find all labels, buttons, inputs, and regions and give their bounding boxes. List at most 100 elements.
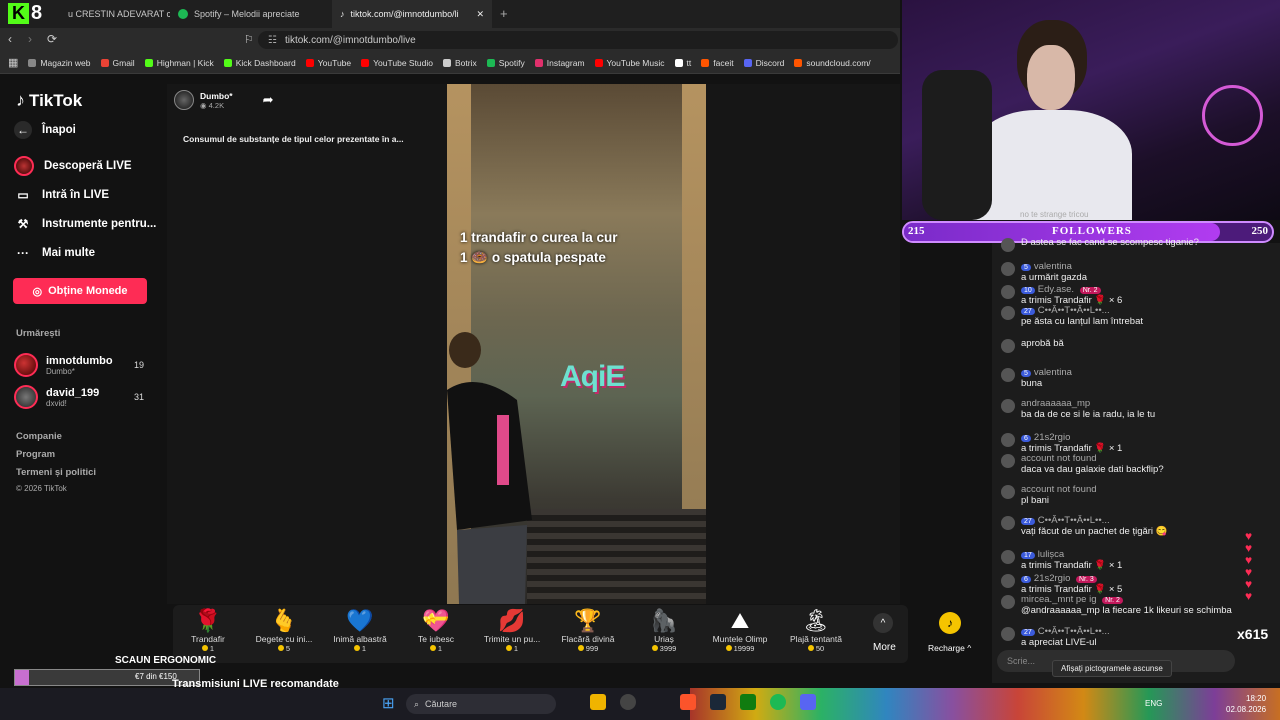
gift-item[interactable]: 💙 Inimă albastră 1 — [324, 608, 396, 653]
sidebar-item-go-live[interactable]: ▭ Intră în LIVE — [14, 186, 109, 204]
gift-item[interactable]: 🦍 Uriaș 3999 — [628, 608, 700, 653]
chat-avatar[interactable] — [1001, 433, 1015, 447]
chat-avatar[interactable] — [1001, 485, 1015, 499]
discord-taskbar-icon[interactable] — [800, 694, 816, 710]
more-gifts-icon[interactable]: ^ — [873, 613, 893, 633]
gift-item[interactable]: 💋 Trimite un pu... 1 — [476, 608, 548, 653]
gift-item[interactable]: 🌹 Trandafir 1 — [172, 608, 244, 653]
more-gifts-label[interactable]: More — [873, 642, 896, 653]
chat-username[interactable]: andraaaaaa_mp — [1021, 398, 1090, 409]
chat-username[interactable]: 21s2rgio — [1034, 432, 1070, 443]
chat-username[interactable]: mircea._mnt pe ig — [1021, 594, 1097, 605]
gift-price: 19999 — [704, 644, 776, 653]
chat-username[interactable]: C••Ă••T••Ă••L••... — [1038, 515, 1110, 526]
footer-terms-link[interactable]: Termeni și politici — [16, 467, 96, 478]
bookmark-item[interactable]: YouTube Studio — [361, 58, 433, 68]
get-coins-button[interactable]: ◎ Obține Monede — [13, 278, 147, 304]
chat-username[interactable]: C••Ă••T••Ă••L••... — [1038, 305, 1110, 316]
bookmark-item[interactable]: Kick Dashboard — [223, 58, 296, 68]
steam-icon[interactable] — [710, 694, 726, 710]
bookmark-item[interactable]: YouTube Music — [594, 58, 665, 68]
chat-username[interactable]: valentina — [1034, 367, 1072, 378]
chat-avatar[interactable] — [1001, 595, 1015, 609]
site-info-icon[interactable]: ☷ — [268, 35, 277, 46]
back-nav-icon[interactable]: ‹ — [8, 32, 12, 46]
chat-avatar[interactable] — [1001, 574, 1015, 588]
following-item-imnotdumbo[interactable]: imnotdumbo Dumbo* — [14, 353, 113, 377]
user-level-badge: 6 — [1021, 435, 1031, 442]
gift-item[interactable]: 🏝 Plajă tentantă 50 — [780, 608, 852, 653]
chat-avatar[interactable] — [1001, 306, 1015, 320]
gift-item[interactable]: 🫰 Degete cu ini... 5 — [248, 608, 320, 653]
bookmark-item[interactable]: soundcloud.com/ — [794, 58, 871, 68]
gift-name: Muntele Olimp — [712, 634, 768, 644]
host-info[interactable]: Dumbo* ◉ 4.2K ➦ — [174, 90, 274, 110]
bookmark-item[interactable]: Spotify — [486, 58, 525, 68]
chat-username[interactable]: account not found — [1021, 453, 1097, 464]
file-explorer-icon[interactable] — [590, 694, 606, 710]
bookmark-item[interactable]: Magazin web — [28, 58, 91, 68]
chat-username[interactable]: valentina — [1034, 261, 1072, 272]
sidebar-item-tools[interactable]: ⚒ Instrumente pentru... — [14, 215, 157, 233]
apps-grid-icon[interactable]: ▦ — [8, 56, 18, 69]
tiktok-logo[interactable]: ♪ TikTok — [16, 90, 82, 111]
bookmark-item[interactable]: Highman | Kick — [144, 58, 214, 68]
recharge-coin-icon[interactable]: ♪ — [939, 612, 961, 634]
tab-spotify[interactable]: Spotify – Melodii apreciate — [170, 0, 330, 28]
back-link[interactable]: ← Înapoi — [14, 121, 76, 139]
chat-avatar[interactable] — [1001, 454, 1015, 468]
gift-item[interactable]: 💝 Te iubesc 1 — [400, 608, 472, 653]
bookmark-item[interactable]: faceit — [701, 58, 734, 68]
bookmark-item[interactable]: Instagram — [534, 58, 585, 68]
chat-avatar[interactable] — [1001, 238, 1015, 252]
chat-username[interactable]: Edy.ase. — [1038, 284, 1074, 295]
bookmark-item[interactable]: Discord — [743, 58, 784, 68]
gift-item[interactable]: 🏆 Flacără divină 999 — [552, 608, 624, 653]
spotify-taskbar-icon[interactable] — [770, 694, 786, 710]
windows-start-icon[interactable]: ⊞ — [382, 694, 395, 712]
chat-text: a apreciat LIVE-ul — [1021, 637, 1097, 648]
footer-program-link[interactable]: Program — [16, 449, 55, 460]
gift-icon: 🏝 — [802, 608, 830, 633]
chat-avatar[interactable] — [1001, 627, 1015, 641]
chat-avatar[interactable] — [1001, 399, 1015, 413]
bookmark-item[interactable]: Gmail — [100, 58, 135, 68]
url-field[interactable]: ☷ tiktok.com/@imnotdumbo/live — [258, 31, 898, 49]
chat-avatar[interactable] — [1001, 550, 1015, 564]
chat-avatar[interactable] — [1001, 262, 1015, 276]
gift-item[interactable]: ⛰ Muntele Olimp 19999 — [704, 608, 776, 653]
chat-username[interactable]: lulișca — [1038, 549, 1064, 560]
chat-avatar[interactable] — [1001, 368, 1015, 382]
language-indicator[interactable]: ENG — [1145, 699, 1162, 708]
following-count: 19 — [134, 360, 145, 370]
sidebar-item-more[interactable]: ··· Mai multe — [14, 244, 95, 262]
sidebar-item-discover-live[interactable]: Descoperă LIVE — [14, 156, 132, 176]
share-icon[interactable]: ➦ — [263, 92, 274, 108]
chat-avatar[interactable] — [1001, 339, 1015, 353]
footer-company-link[interactable]: Companie — [16, 431, 62, 442]
bookmark-item[interactable]: Botrix — [443, 58, 477, 68]
bookmark-item[interactable]: YouTube — [305, 58, 351, 68]
chat-username[interactable]: account not found — [1021, 484, 1097, 495]
brave-icon[interactable] — [680, 694, 696, 710]
chat-username[interactable]: 21s2rgio — [1034, 573, 1070, 584]
forward-nav-icon[interactable]: › — [28, 32, 32, 46]
tab-1[interactable]: u CRESTIN ADEVARAT ca — [60, 0, 170, 28]
tab-tiktok[interactable]: ♪ tiktok.com/@imnotdumbo/li ✕ — [332, 0, 492, 28]
gift-icon: ⛰ — [730, 608, 750, 633]
taskbar-clock[interactable]: 18:20 02.08.2026 — [1226, 693, 1266, 715]
gift-name: Flacără divină — [561, 634, 615, 644]
recharge-button[interactable]: Recharge ^ — [928, 643, 971, 653]
bookmark-star-icon[interactable]: ⚐ — [244, 33, 254, 46]
chat-username[interactable]: C••Ă••T••Ă••L••... — [1038, 626, 1110, 637]
taskbar-search[interactable]: ⌕ Căutare — [406, 694, 556, 714]
new-tab-icon[interactable]: + — [500, 6, 508, 21]
close-tab-icon[interactable]: ✕ — [476, 9, 484, 20]
reload-icon[interactable]: ⟳ — [47, 32, 57, 46]
chat-avatar[interactable] — [1001, 285, 1015, 299]
following-item-david[interactable]: david_199 dxvid! — [14, 385, 99, 409]
xbox-icon[interactable] — [740, 694, 756, 710]
obs-icon[interactable] — [620, 694, 636, 710]
bookmark-item[interactable]: tt — [674, 58, 691, 68]
chat-avatar[interactable] — [1001, 516, 1015, 530]
